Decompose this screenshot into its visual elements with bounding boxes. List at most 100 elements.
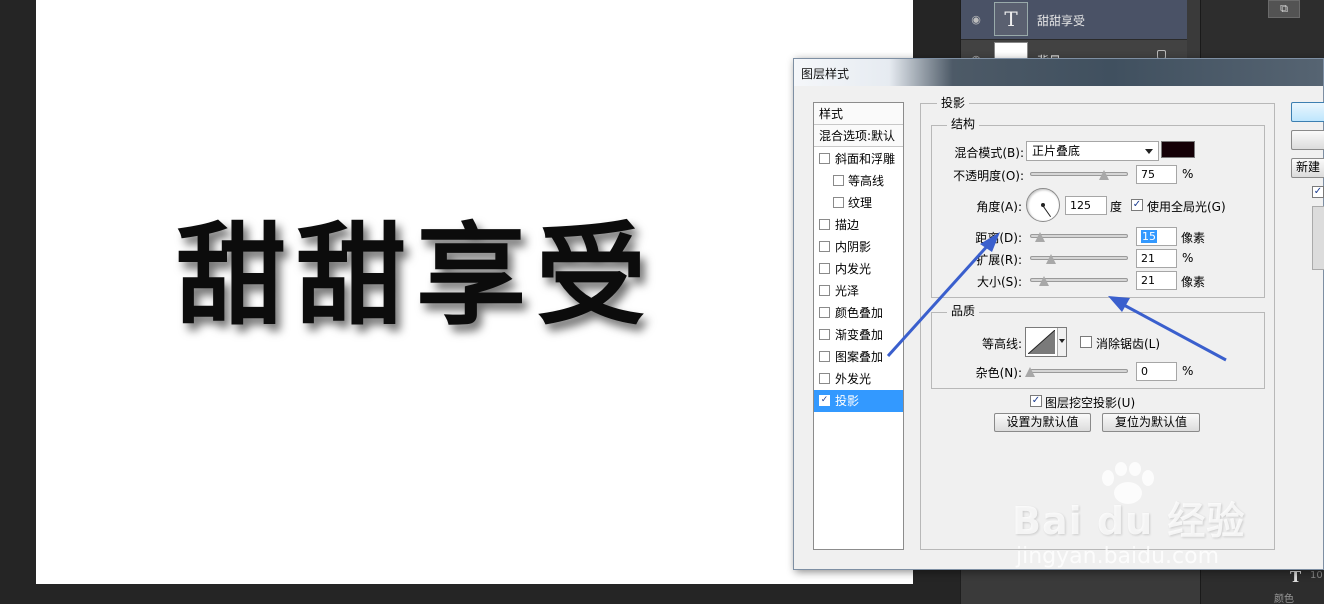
- style-item-label: 内发光: [835, 262, 872, 276]
- opacity-label: 不透明度(O):: [953, 169, 1024, 183]
- slider-thumb[interactable]: [1098, 170, 1109, 180]
- style-item[interactable]: 颜色叠加: [814, 302, 903, 324]
- style-item[interactable]: 图案叠加: [814, 346, 903, 368]
- blend-mode-label: 混合模式(B):: [954, 146, 1024, 160]
- style-item-checkbox[interactable]: [819, 153, 830, 164]
- style-item-checkbox[interactable]: [819, 241, 830, 252]
- style-item-checkbox[interactable]: [819, 285, 830, 296]
- distance-input[interactable]: 15: [1136, 227, 1177, 246]
- spread-slider[interactable]: [1030, 252, 1128, 264]
- blend-mode-select[interactable]: 正片叠底: [1026, 141, 1159, 161]
- watermark-brand: Bai du 经验: [1012, 499, 1246, 543]
- slider-track: [1030, 369, 1128, 373]
- style-item[interactable]: 内发光: [814, 258, 903, 280]
- style-item[interactable]: 描边: [814, 214, 903, 236]
- layer-row-text[interactable]: ◉ T 甜甜享受: [961, 0, 1187, 40]
- contour-dropdown[interactable]: [1057, 328, 1066, 356]
- style-item[interactable]: 光泽: [814, 280, 903, 302]
- tool-label: 颜色: [1274, 594, 1294, 604]
- style-item-label: 等高线: [848, 174, 885, 188]
- angle-input[interactable]: 125: [1065, 196, 1107, 215]
- noise-label: 杂色(N):: [975, 366, 1022, 380]
- document-canvas[interactable]: 甜甜享受: [36, 0, 913, 584]
- set-default-button[interactable]: 设置为默认值: [994, 413, 1091, 432]
- style-item[interactable]: 斜面和浮雕: [814, 148, 903, 170]
- blending-options-item[interactable]: 混合选项:默认: [814, 125, 903, 147]
- style-item[interactable]: 等高线: [814, 170, 903, 192]
- style-item[interactable]: 纹理: [814, 192, 903, 214]
- style-item-checkbox[interactable]: [833, 175, 844, 186]
- slider-thumb[interactable]: [1038, 276, 1049, 286]
- panel-options-icon[interactable]: ⧉: [1268, 0, 1300, 18]
- style-item-checkbox[interactable]: [819, 263, 830, 274]
- visibility-eye-icon[interactable]: ◉: [969, 13, 983, 27]
- contour-picker[interactable]: [1025, 327, 1067, 357]
- style-item[interactable]: ✓ 投影: [814, 390, 903, 412]
- angle-center-dot: [1041, 203, 1045, 207]
- style-item-checkbox[interactable]: [819, 307, 830, 318]
- style-preview: [1312, 206, 1324, 270]
- noise-input[interactable]: 0: [1136, 362, 1177, 381]
- style-item[interactable]: 外发光: [814, 368, 903, 390]
- contour-label: 等高线:: [981, 337, 1022, 351]
- style-item-checkbox[interactable]: [833, 197, 844, 208]
- style-item-label: 描边: [835, 218, 860, 232]
- structure-title: 结构: [947, 117, 980, 131]
- antialias-checkbox[interactable]: [1080, 336, 1092, 348]
- style-list: 样式 混合选项:默认 斜面和浮雕等高线纹理描边内阴影内发光光泽颜色叠加渐变叠加图…: [813, 102, 904, 550]
- opacity-slider[interactable]: [1030, 168, 1128, 180]
- panel-bottom-tool[interactable]: T 10 颜色: [1262, 566, 1324, 604]
- shadow-color-swatch[interactable]: [1161, 141, 1195, 158]
- opacity-unit: %: [1182, 167, 1194, 181]
- style-item-label: 斜面和浮雕: [835, 152, 896, 166]
- style-item[interactable]: 内阴影: [814, 236, 903, 258]
- spread-unit: %: [1182, 251, 1194, 265]
- distance-unit: 像素: [1181, 231, 1206, 245]
- reset-default-button[interactable]: 复位为默认值: [1102, 413, 1200, 432]
- antialias-label: 消除锯齿(L): [1096, 337, 1161, 351]
- dialog-titlebar[interactable]: 图层样式: [794, 59, 1323, 86]
- tool-number: 10: [1310, 570, 1323, 581]
- style-item[interactable]: 渐变叠加: [814, 324, 903, 346]
- cancel-button[interactable]: [1291, 130, 1324, 150]
- panel-title: 投影: [937, 96, 970, 110]
- style-item-label: 纹理: [848, 196, 873, 210]
- text-layer-thumbnail-icon: T: [994, 2, 1028, 36]
- blend-mode-value: 正片叠底: [1032, 144, 1081, 158]
- style-item-checkbox[interactable]: ✓: [819, 395, 830, 406]
- style-item-label: 光泽: [835, 284, 860, 298]
- style-item-label: 渐变叠加: [835, 328, 884, 342]
- style-item-checkbox[interactable]: [819, 351, 830, 362]
- style-item-label: 外发光: [835, 372, 872, 386]
- watermark-url: jingyan.baidu.com: [1016, 544, 1220, 569]
- preview-checkbox[interactable]: ✓: [1312, 186, 1324, 198]
- size-slider[interactable]: [1030, 274, 1128, 286]
- global-light-checkbox[interactable]: ✓: [1131, 199, 1143, 211]
- knockout-checkbox[interactable]: ✓: [1030, 395, 1042, 407]
- size-input[interactable]: 21: [1136, 271, 1177, 290]
- style-item-checkbox[interactable]: [819, 329, 830, 340]
- global-light-label: 使用全局光(G): [1147, 200, 1226, 214]
- spread-input[interactable]: 21: [1136, 249, 1177, 268]
- angle-dial[interactable]: [1026, 188, 1060, 222]
- noise-slider[interactable]: [1025, 365, 1128, 377]
- dialog-title: 图层样式: [801, 67, 850, 81]
- distance-slider[interactable]: [1030, 230, 1128, 242]
- opacity-input[interactable]: 75: [1136, 165, 1177, 184]
- chevron-down-icon: [1059, 339, 1065, 343]
- contour-preview-icon: [1028, 330, 1055, 354]
- canvas-text-layer[interactable]: 甜甜享受: [176, 186, 656, 346]
- style-item-checkbox[interactable]: [819, 373, 830, 384]
- knockout-label: 图层挖空投影(U): [1045, 396, 1136, 410]
- new-style-button[interactable]: 新建: [1291, 158, 1324, 178]
- quality-title: 品质: [947, 304, 980, 318]
- noise-unit: %: [1182, 364, 1194, 378]
- slider-thumb[interactable]: [1025, 367, 1035, 377]
- slider-thumb[interactable]: [1045, 254, 1056, 264]
- type-tool-icon[interactable]: T: [1290, 568, 1301, 586]
- ok-button[interactable]: [1291, 102, 1324, 122]
- style-item-label: 投影: [835, 394, 860, 408]
- slider-thumb[interactable]: [1034, 232, 1045, 242]
- style-item-checkbox[interactable]: [819, 219, 830, 230]
- style-list-header[interactable]: 样式: [814, 103, 903, 125]
